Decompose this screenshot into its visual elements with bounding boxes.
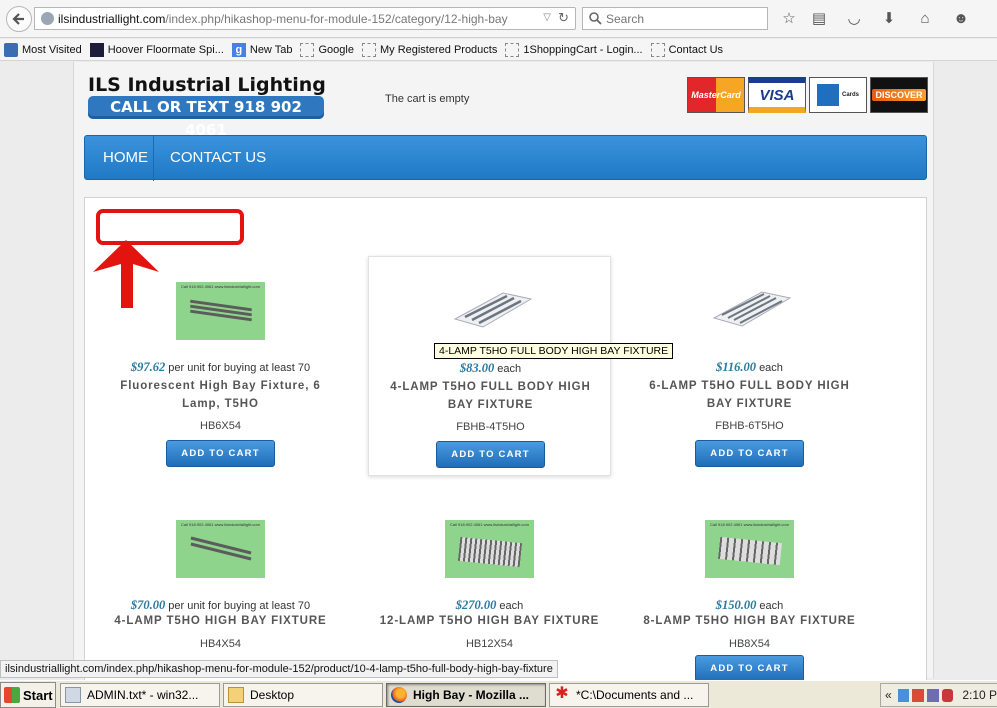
- bookmark-star-icon[interactable]: ☆: [780, 9, 798, 27]
- tray-expand-icon[interactable]: «: [885, 688, 892, 702]
- bookmarks-toolbar: Most Visited Hoover Floormate Spi... g Ne…: [0, 39, 997, 61]
- product-name[interactable]: 12-LAMP T5HO HIGH BAY FIXTURE: [368, 612, 611, 630]
- bookmark-most-visited[interactable]: Most Visited: [4, 42, 82, 57]
- antivirus-icon[interactable]: [912, 688, 924, 702]
- nav-home[interactable]: HOME: [103, 136, 148, 181]
- nav-divider: [153, 136, 154, 181]
- bookmark-new-tab[interactable]: g New Tab: [231, 42, 292, 57]
- bookmark-hoover[interactable]: Hoover Floormate Spi...: [89, 42, 224, 57]
- site-title[interactable]: ILS Industrial Lighting: [88, 74, 326, 96]
- page-icon: [300, 42, 315, 57]
- product-name[interactable]: 4-LAMP T5HO FULL BODY HIGH BAY FIXTURE: [369, 378, 612, 414]
- bookmark-google[interactable]: Google: [300, 42, 354, 57]
- product-image[interactable]: Call 918.902.4061 www.ilsindustriallight…: [445, 520, 534, 578]
- add-to-cart-button[interactable]: ADD TO CART: [166, 440, 275, 467]
- product-image[interactable]: [705, 280, 794, 338]
- update-icon[interactable]: [927, 688, 939, 702]
- product-sku: HB4X54: [200, 638, 241, 650]
- folder-icon: [228, 687, 244, 703]
- emoji-icon[interactable]: ☻: [952, 9, 970, 27]
- reading-list-icon[interactable]: ▤: [810, 9, 828, 27]
- product-sku: FBHB-6T5HO: [715, 420, 784, 432]
- page-icon: [361, 42, 376, 57]
- product-sku: HB6X54: [200, 420, 241, 432]
- url-dropdown-icon[interactable]: ▽: [543, 12, 551, 23]
- shield-icon[interactable]: [941, 688, 954, 702]
- notepad-icon: [65, 687, 81, 703]
- network-icon[interactable]: [897, 688, 910, 702]
- windows-logo-icon: [4, 687, 20, 703]
- bookmark-registered-products[interactable]: My Registered Products: [361, 42, 497, 57]
- visa-logo: VISA: [748, 77, 806, 113]
- nav-contact-us[interactable]: CONTACT US: [170, 136, 266, 181]
- product-image[interactable]: Call 918.902.4061 www.ilsindustriallight…: [176, 282, 265, 340]
- product-card: $116.00 each 6-LAMP T5HO FULL BODY HIGH …: [628, 256, 871, 476]
- taskbar: Start ADMIN.txt* - win32... Desktop High…: [0, 680, 997, 708]
- clock[interactable]: 2:10 P: [962, 688, 997, 702]
- product-sku: HB8X54: [729, 638, 770, 650]
- product-name[interactable]: 4-LAMP T5HO HIGH BAY FIXTURE: [99, 612, 342, 630]
- bookmark-contact-us[interactable]: Contact Us: [650, 42, 723, 57]
- add-to-cart-button[interactable]: ADD TO CART: [695, 440, 804, 467]
- payment-cards: MasterCard VISA Cards DISCOVER: [684, 77, 928, 113]
- task-admin-txt[interactable]: ADMIN.txt* - win32...: [60, 683, 220, 707]
- start-button[interactable]: Start: [0, 682, 56, 708]
- cart-status: The cart is empty: [385, 93, 470, 105]
- product-card: $83.00 each 4-LAMP T5HO FULL BODY HIGH B…: [368, 256, 611, 476]
- product-price: $97.62 per unit for buying at least 70: [130, 360, 311, 374]
- reload-icon[interactable]: ↻: [558, 10, 569, 26]
- product-price: $150.00 each: [715, 598, 784, 612]
- product-price: $70.00 per unit for buying at least 70: [130, 598, 311, 612]
- back-button[interactable]: [6, 6, 32, 32]
- search-box[interactable]: [582, 7, 768, 30]
- home-icon[interactable]: ⌂: [916, 9, 934, 27]
- search-input[interactable]: [606, 11, 756, 26]
- web-page: ILS Industrial Lighting CALL OR TEXT 918…: [73, 62, 934, 687]
- google-icon: g: [231, 42, 246, 57]
- phone-banner: CALL OR TEXT 918 902 4061: [88, 96, 324, 139]
- product-price: $116.00 each: [716, 360, 783, 374]
- status-bar-url: ilsindustriallight.com/index.php/hikasho…: [0, 660, 558, 678]
- product-price: $83.00 each: [459, 361, 522, 375]
- url-text: ilsindustriallight.com/index.php/hikasho…: [58, 11, 508, 26]
- search-icon: [589, 12, 602, 25]
- product-sku: FBHB-4T5HO: [456, 421, 525, 433]
- system-tray: « 2:10 P: [880, 683, 997, 707]
- add-to-cart-button[interactable]: ADD TO CART: [436, 441, 545, 468]
- discover-logo: DISCOVER: [870, 77, 928, 113]
- globe-icon: [41, 12, 54, 25]
- product-name[interactable]: 6-LAMP T5HO FULL BODY HIGH BAY FIXTURE: [628, 377, 871, 413]
- product-card: Call 918.902.4061 www.ilsindustriallight…: [99, 256, 342, 476]
- product-name[interactable]: Fluorescent High Bay Fixture, 6 Lamp, T5…: [99, 377, 342, 413]
- hoover-icon: [89, 42, 104, 57]
- add-to-cart-button[interactable]: ADD TO CART: [695, 655, 804, 682]
- task-desktop[interactable]: Desktop: [223, 683, 383, 707]
- product-image[interactable]: Call 918.902.4061 www.ilsindustriallight…: [176, 520, 265, 578]
- bookmark-1shoppingcart[interactable]: 1ShoppingCart - Login...: [505, 42, 643, 57]
- browser-toolbar: ilsindustriallight.com/index.php/hikasho…: [0, 0, 997, 38]
- amex-logo: Cards: [809, 77, 867, 113]
- url-bar[interactable]: ilsindustriallight.com/index.php/hikasho…: [34, 7, 576, 30]
- back-arrow-icon: [12, 13, 24, 25]
- download-icon[interactable]: ⬇: [880, 9, 898, 27]
- task-documents[interactable]: ✱ *C:\Documents and ...: [549, 683, 709, 707]
- page-icon: [650, 42, 665, 57]
- product-card: Call 918.902.4061 www.ilsindustriallight…: [628, 494, 871, 708]
- product-listing: Call 918.902.4061 www.ilsindustriallight…: [84, 197, 927, 687]
- product-sku: HB12X54: [465, 638, 514, 650]
- most-visited-icon: [4, 42, 18, 57]
- product-image[interactable]: Call 918.902.4061 www.ilsindustriallight…: [705, 520, 794, 578]
- product-price: $270.00 each: [455, 598, 524, 612]
- main-nav: HOME CONTACT US: [84, 135, 927, 181]
- product-image[interactable]: [446, 281, 535, 339]
- page-icon: [505, 42, 520, 57]
- mastercard-logo: MasterCard: [687, 77, 745, 113]
- firefox-icon: [391, 687, 407, 703]
- product-tooltip: 4-LAMP T5HO FULL BODY HIGH BAY FIXTURE: [434, 343, 674, 359]
- product-name[interactable]: 8-LAMP T5HO HIGH BAY FIXTURE: [628, 612, 871, 630]
- task-firefox[interactable]: High Bay - Mozilla ...: [386, 683, 546, 707]
- pocket-icon[interactable]: ◡: [845, 9, 863, 27]
- star-app-icon: ✱: [555, 685, 569, 702]
